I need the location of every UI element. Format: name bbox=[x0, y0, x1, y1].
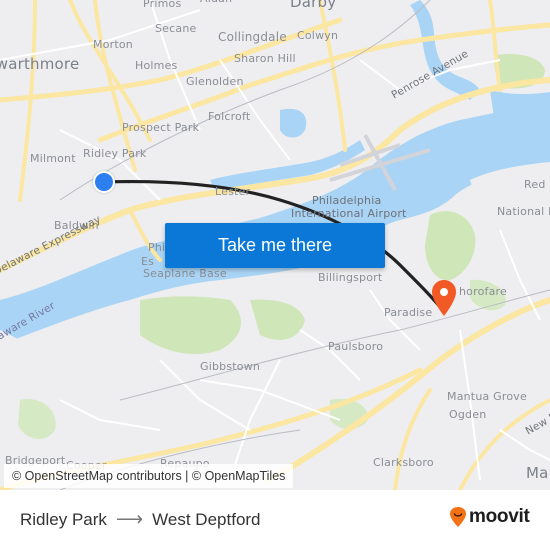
moovit-logo[interactable]: moovit bbox=[449, 506, 530, 528]
place-label-clarksboro: Clarksboro bbox=[373, 456, 434, 469]
place-label-primos: Primos bbox=[143, 0, 182, 10]
place-label-prospect-park: Prospect Park bbox=[122, 121, 200, 134]
place-label-collingdale: Collingdale bbox=[218, 30, 287, 44]
place-label-secane: Secane bbox=[155, 22, 197, 35]
destination-pin-icon[interactable] bbox=[429, 279, 459, 317]
moovit-pin-icon bbox=[450, 507, 466, 527]
place-label-paradise: Paradise bbox=[384, 306, 433, 319]
place-label-glenolden: Glenolden bbox=[186, 75, 244, 88]
place-label-seaplane-1: Phi bbox=[148, 241, 166, 254]
route-title: Ridley Park ⟶ West Deptford bbox=[20, 508, 261, 531]
place-label-thorofare: horofare bbox=[459, 285, 507, 298]
arrow-right-icon: ⟶ bbox=[115, 509, 144, 530]
place-label-international-airport: International Airport bbox=[291, 207, 407, 220]
place-label-red-bank: Red bbox=[524, 178, 546, 191]
place-label-holmes: Holmes bbox=[135, 59, 178, 72]
place-label-morton: Morton bbox=[93, 38, 133, 51]
place-label-ridley-park: Ridley Park bbox=[83, 147, 147, 160]
place-label-philadelphia-airport: Philadelphia bbox=[312, 194, 382, 207]
route-destination: West Deptford bbox=[152, 509, 261, 529]
place-label-paulsboro: Paulsboro bbox=[328, 340, 384, 353]
route-origin: Ridley Park bbox=[20, 509, 107, 529]
water-lagoon bbox=[280, 108, 307, 138]
place-label-lester: Lester bbox=[215, 185, 251, 198]
origin-marker[interactable] bbox=[93, 171, 115, 193]
place-label-gibbstown: Gibbstown bbox=[200, 360, 261, 373]
water-docks bbox=[490, 90, 550, 134]
place-label-colwyn: Colwyn bbox=[297, 29, 339, 42]
place-label-national-park: National Pa bbox=[497, 205, 550, 218]
place-label-seaplane-base: Seaplane Base bbox=[143, 267, 227, 280]
map-view[interactable]: Primos Aldan Darby Secane Collingdale Co… bbox=[0, 0, 550, 490]
place-label-folcroft: Folcroft bbox=[208, 110, 251, 123]
moovit-wordmark: moovit bbox=[469, 506, 530, 527]
place-label-milmont: Milmont bbox=[30, 152, 76, 165]
place-label-swarthmore: Swarthmore bbox=[0, 55, 80, 73]
place-label-aldan: Aldan bbox=[200, 0, 232, 4]
take-me-there-button[interactable]: Take me there bbox=[165, 223, 385, 268]
place-label-ogden: Ogden bbox=[449, 408, 487, 421]
place-label-mantua: Ma bbox=[526, 464, 549, 482]
place-label-mantua-grove: Mantua Grove bbox=[447, 390, 527, 403]
place-label-billingsport: Billingsport bbox=[318, 271, 383, 284]
place-label-darby: Darby bbox=[290, 0, 337, 11]
place-label-seaplane-2: Es bbox=[141, 255, 155, 268]
map-attribution[interactable]: © OpenStreetMap contributors | © OpenMap… bbox=[4, 464, 294, 488]
place-label-sharon-hill: Sharon Hill bbox=[234, 52, 296, 65]
